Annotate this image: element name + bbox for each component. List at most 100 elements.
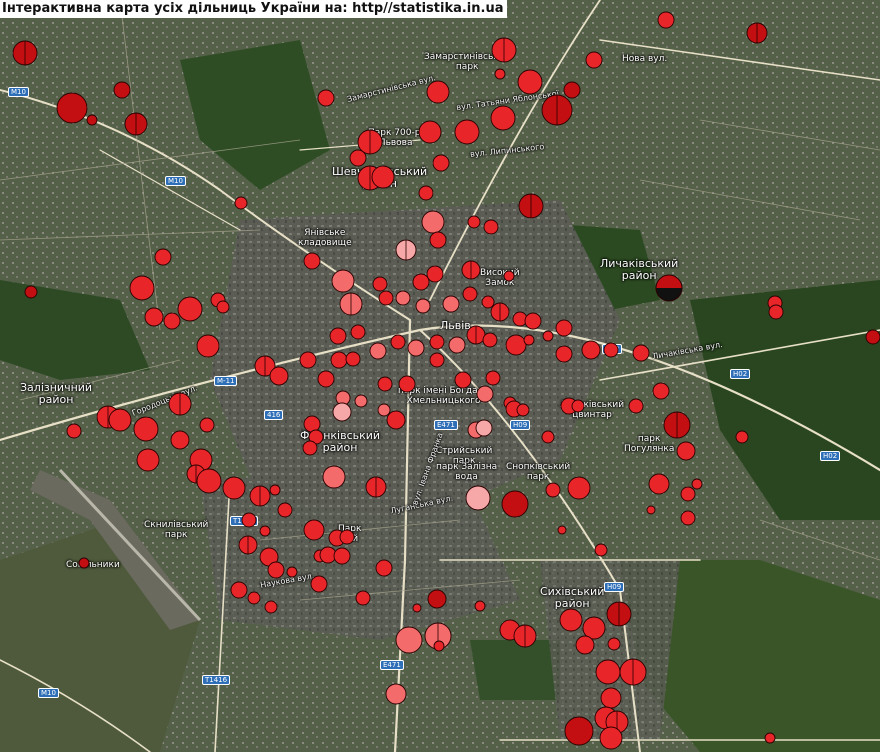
polling-station-marker[interactable]	[372, 276, 388, 292]
polling-station-marker[interactable]	[395, 626, 423, 654]
polling-station-marker[interactable]	[319, 546, 337, 564]
polling-station-marker[interactable]	[386, 410, 406, 430]
polling-station-marker[interactable]	[136, 448, 160, 472]
polling-station-marker[interactable]	[517, 69, 543, 95]
polling-station-marker[interactable]	[632, 344, 650, 362]
polling-station-marker[interactable]	[432, 154, 450, 172]
polling-station-marker[interactable]	[385, 683, 407, 705]
polling-station-marker[interactable]	[418, 120, 442, 144]
polling-station-marker[interactable]	[354, 394, 368, 408]
polling-station-marker[interactable]	[595, 659, 621, 685]
polling-station-marker[interactable]	[476, 385, 494, 403]
polling-station-marker[interactable]	[494, 68, 506, 80]
polling-station-marker[interactable]	[398, 375, 416, 393]
polling-station-marker[interactable]	[474, 600, 486, 612]
polling-station-marker[interactable]	[454, 371, 472, 389]
polling-station-marker[interactable]	[241, 512, 257, 528]
polling-station-marker[interactable]	[264, 600, 278, 614]
polling-station-marker[interactable]	[555, 319, 573, 337]
polling-station-marker[interactable]	[545, 482, 561, 498]
polling-station-marker[interactable]	[378, 290, 394, 306]
polling-station-marker[interactable]	[603, 342, 619, 358]
polling-station-marker[interactable]	[429, 231, 447, 249]
polling-station-marker[interactable]	[329, 327, 347, 345]
polling-station-marker[interactable]	[557, 525, 567, 535]
polling-station-marker[interactable]	[303, 415, 321, 433]
polling-station-marker[interactable]	[607, 637, 621, 651]
polling-station-marker[interactable]	[559, 608, 583, 632]
polling-station-marker[interactable]	[317, 370, 335, 388]
polling-station-marker[interactable]	[222, 476, 246, 500]
polling-station-marker[interactable]	[467, 215, 481, 229]
polling-station-marker[interactable]	[483, 219, 499, 235]
polling-station-marker[interactable]	[259, 525, 271, 537]
polling-station-marker[interactable]	[390, 334, 406, 350]
polling-station-marker[interactable]	[475, 419, 493, 437]
polling-station-marker[interactable]	[429, 352, 445, 368]
polling-station-marker[interactable]	[299, 351, 317, 369]
polling-station-marker[interactable]	[442, 295, 460, 313]
polling-station-marker[interactable]	[575, 635, 595, 655]
polling-station-marker[interactable]	[303, 519, 325, 541]
polling-station-marker[interactable]	[564, 716, 594, 746]
polling-station-marker[interactable]	[454, 119, 480, 145]
polling-station-marker[interactable]	[465, 485, 491, 511]
polling-station-marker[interactable]	[86, 114, 98, 126]
polling-station-marker[interactable]	[330, 351, 348, 369]
polling-station-marker[interactable]	[108, 408, 132, 432]
polling-station-marker[interactable]	[652, 382, 670, 400]
polling-station-marker[interactable]	[585, 51, 603, 69]
polling-station-marker[interactable]	[680, 486, 696, 502]
polling-station-marker[interactable]	[355, 590, 371, 606]
polling-station-marker[interactable]	[523, 334, 535, 346]
polling-station-marker[interactable]	[426, 80, 450, 104]
polling-station-marker[interactable]	[170, 430, 190, 450]
polling-station-marker[interactable]	[433, 640, 445, 652]
polling-station-marker[interactable]	[657, 11, 675, 29]
polling-station-marker[interactable]	[555, 345, 573, 363]
polling-station-marker[interactable]	[269, 484, 281, 496]
polling-station-marker[interactable]	[66, 423, 82, 439]
polling-station-marker[interactable]	[764, 732, 776, 744]
polling-station-marker[interactable]	[317, 89, 335, 107]
polling-station-marker[interactable]	[322, 465, 346, 489]
polling-station-marker[interactable]	[230, 581, 248, 599]
polling-station-marker[interactable]	[377, 403, 391, 417]
polling-station-marker[interactable]	[163, 312, 181, 330]
polling-station-marker[interactable]	[269, 366, 289, 386]
polling-station-marker[interactable]	[350, 324, 366, 340]
polling-station-marker[interactable]	[133, 416, 159, 442]
polling-station-marker[interactable]	[286, 566, 298, 578]
polling-station-marker[interactable]	[503, 270, 515, 282]
polling-station-marker[interactable]	[310, 575, 328, 593]
polling-station-marker[interactable]	[768, 304, 784, 320]
polling-station-marker[interactable]	[216, 300, 230, 314]
polling-station-marker[interactable]	[865, 329, 880, 345]
polling-station-marker[interactable]	[129, 275, 155, 301]
polling-station-marker[interactable]	[371, 165, 395, 189]
polling-station-marker[interactable]	[516, 403, 530, 417]
polling-station-marker[interactable]	[412, 603, 422, 613]
polling-station-marker[interactable]	[628, 398, 644, 414]
polling-station-marker[interactable]	[377, 376, 393, 392]
polling-station-marker[interactable]	[680, 510, 696, 526]
polling-station-marker[interactable]	[735, 430, 749, 444]
polling-station-marker[interactable]	[339, 529, 355, 545]
polling-station-marker[interactable]	[429, 334, 445, 350]
polling-station-marker[interactable]	[415, 298, 431, 314]
polling-station-marker[interactable]	[395, 290, 411, 306]
polling-station-marker[interactable]	[648, 473, 670, 495]
polling-station-marker[interactable]	[541, 430, 555, 444]
polling-station-marker[interactable]	[646, 505, 656, 515]
polling-station-marker[interactable]	[427, 589, 447, 609]
polling-station-marker[interactable]	[691, 478, 703, 490]
polling-station-marker[interactable]	[412, 273, 430, 291]
polling-station-marker[interactable]	[462, 286, 478, 302]
polling-station-marker[interactable]	[655, 274, 683, 302]
polling-station-marker[interactable]	[369, 342, 387, 360]
polling-station-marker[interactable]	[333, 547, 351, 565]
polling-station-marker[interactable]	[177, 296, 203, 322]
polling-station-marker[interactable]	[302, 440, 318, 456]
polling-station-marker[interactable]	[407, 339, 425, 357]
polling-station-marker[interactable]	[505, 334, 527, 356]
